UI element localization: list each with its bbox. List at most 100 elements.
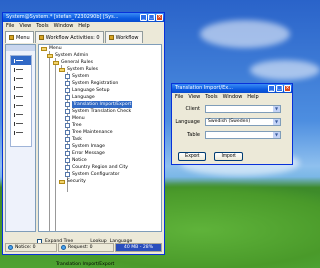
document-icon xyxy=(65,81,70,86)
dialog-buttons: Export Import xyxy=(178,152,243,161)
document-icon xyxy=(65,74,70,79)
cloud xyxy=(250,60,320,80)
window-caption: Translation Import/Export xyxy=(0,262,320,268)
table-select[interactable]: ▼ xyxy=(205,131,281,139)
minimize-button[interactable]: _ xyxy=(140,14,147,21)
menu-window[interactable]: Window xyxy=(54,22,74,30)
main-window-titlebar[interactable]: System@System.* [stefan_7230290b] [Sys..… xyxy=(3,13,164,22)
tree-item[interactable]: Notice xyxy=(65,157,87,164)
document-icon xyxy=(65,95,70,100)
tree-guide xyxy=(49,51,50,231)
close-button[interactable]: × xyxy=(156,14,163,21)
document-icon xyxy=(65,130,70,135)
chevron-down-icon[interactable]: ▼ xyxy=(273,132,280,138)
tab-menu[interactable]: Menu xyxy=(5,31,34,43)
document-icon xyxy=(65,102,70,107)
notice-status[interactable]: Notice: 0 xyxy=(5,243,57,252)
export-button[interactable]: Export xyxy=(178,152,207,161)
main-tabs: Menu Workflow Activities: 0 Workflow xyxy=(3,31,164,43)
document-icon xyxy=(65,144,70,149)
dialog-minimize-button[interactable]: _ xyxy=(268,85,275,92)
menu-view[interactable]: View xyxy=(19,22,31,30)
tree-item[interactable]: Error Message xyxy=(65,150,105,157)
maximize-button[interactable]: □ xyxy=(148,14,155,21)
client-select[interactable]: ▼ xyxy=(205,105,281,113)
tree-item[interactable]: System Admin xyxy=(47,52,88,59)
import-button[interactable]: Import xyxy=(214,152,243,161)
shortcut-item[interactable] xyxy=(11,119,31,128)
language-label: Language xyxy=(175,119,200,125)
dialog-menu-file[interactable]: File xyxy=(175,93,183,101)
tree-item[interactable]: System Configurator xyxy=(65,171,119,178)
tree-item[interactable]: System Registration xyxy=(65,80,118,87)
dialog-menubar: File View Tools Window Help xyxy=(172,93,292,101)
menu-file[interactable]: File xyxy=(6,22,14,30)
document-icon xyxy=(65,88,70,93)
menu-help[interactable]: Help xyxy=(78,22,89,30)
shortcut-item[interactable] xyxy=(11,83,31,92)
tree-item[interactable]: System xyxy=(65,73,89,80)
main-window-title: System@System.* [stefan_7230290b] [Sys..… xyxy=(6,14,119,20)
notice-icon xyxy=(8,245,13,250)
tree-item[interactable]: Tree Maintenance xyxy=(65,129,113,136)
table-row: Table ▼ xyxy=(174,130,290,140)
tree-guide xyxy=(55,58,56,231)
folder-icon xyxy=(59,179,65,184)
menu-tab-icon xyxy=(9,35,14,40)
tree-item[interactable]: Task xyxy=(65,136,82,143)
shortcut-item[interactable] xyxy=(11,92,31,101)
document-icon xyxy=(65,172,70,177)
table-label: Table xyxy=(187,132,200,138)
shortcut-item[interactable] xyxy=(11,74,31,83)
menu-tools[interactable]: Tools xyxy=(36,22,48,30)
tree-item[interactable]: System Image xyxy=(65,143,105,150)
tab-workflow[interactable]: Workflow xyxy=(104,31,143,43)
chevron-down-icon[interactable]: ▼ xyxy=(273,106,280,112)
language-select[interactable]: Swedish (Sweden) ▼ xyxy=(205,118,281,126)
request-icon xyxy=(61,245,66,250)
cloud xyxy=(200,20,290,48)
chevron-down-icon[interactable]: ▼ xyxy=(273,119,280,125)
shortcut-item[interactable] xyxy=(11,110,31,119)
memory-status[interactable]: 40 MB - 28% xyxy=(115,243,162,252)
tree-item[interactable]: Country Region and City xyxy=(65,164,128,171)
document-icon xyxy=(65,116,70,121)
tree-item[interactable]: Language Setup xyxy=(65,87,110,94)
dialog-menu-view[interactable]: View xyxy=(188,93,200,101)
main-body: Menu System Admin General Rules System R… xyxy=(5,44,162,232)
dialog-maximize-button[interactable]: □ xyxy=(276,85,283,92)
dialog-close-button[interactable]: × xyxy=(284,85,291,92)
tree-item[interactable]: Language xyxy=(65,94,95,101)
tree-item[interactable]: Menu xyxy=(41,45,62,52)
tree-item[interactable]: General Rules xyxy=(53,59,93,66)
shortcut-bar xyxy=(10,55,32,147)
tree-item[interactable]: Tree xyxy=(65,122,82,129)
window-caption-text: Translation Import/Export xyxy=(56,262,115,267)
client-label: Client xyxy=(185,106,200,112)
document-icon xyxy=(65,151,70,156)
tree-item[interactable]: System Rules xyxy=(59,66,98,73)
shortcut-item[interactable] xyxy=(11,65,31,74)
dialog-menu-tools[interactable]: Tools xyxy=(205,93,217,101)
shortcut-item[interactable] xyxy=(11,101,31,110)
request-status[interactable]: Request: 0 xyxy=(58,243,114,252)
folder-icon xyxy=(47,53,53,58)
tree-item[interactable]: Menu xyxy=(65,115,85,122)
tree-item[interactable]: Security xyxy=(59,178,86,185)
shortcut-panel xyxy=(5,44,36,232)
folder-icon xyxy=(59,67,65,72)
translation-dialog: Translation Import/Ex... _ □ × File View… xyxy=(171,83,293,165)
tab-workflow-label: Workflow xyxy=(115,34,139,41)
tree-item[interactable]: System Translation Check xyxy=(65,108,131,115)
main-window: System@System.* [stefan_7230290b] [Sys..… xyxy=(2,12,165,255)
tree-item-selected[interactable]: Translation Import/Export xyxy=(65,101,133,108)
shortcut-item[interactable] xyxy=(11,56,31,65)
shortcut-item[interactable] xyxy=(11,128,31,137)
dialog-menu-window[interactable]: Window xyxy=(223,93,243,101)
document-icon xyxy=(65,123,70,128)
dialog-titlebar[interactable]: Translation Import/Ex... _ □ × xyxy=(172,84,292,93)
document-icon xyxy=(65,158,70,163)
dialog-form: Client ▼ Language Swedish (Sweden) ▼ Tab… xyxy=(174,104,290,143)
tab-workflow-activities[interactable]: Workflow Activities: 0 xyxy=(34,31,104,43)
dialog-menu-help[interactable]: Help xyxy=(247,93,258,101)
